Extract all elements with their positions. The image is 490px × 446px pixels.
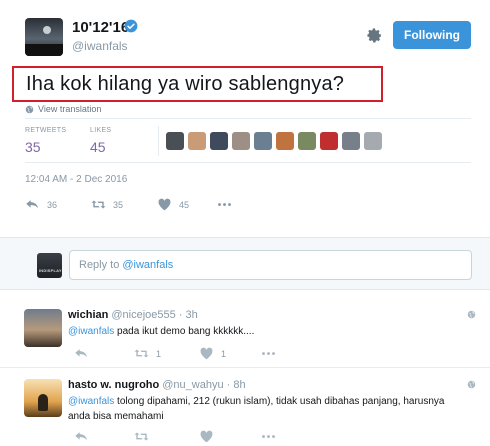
reply-count: 36 [47,199,58,210]
reply-display-name: wichian [68,309,109,321]
reply-handle: @nicejoe555 · 3h [111,309,198,321]
retweet-icon [134,432,149,441]
reply-icon [75,349,88,358]
heart-icon [200,347,213,360]
reply-author-avatar[interactable] [24,379,62,417]
like-action[interactable] [199,430,214,443]
reply-display-name: hasto w. nugroho [68,379,160,391]
author-username[interactable]: @iwanfals [72,39,128,53]
heart-icon [200,430,213,443]
more-action[interactable] [261,347,276,360]
globe-icon [467,310,476,319]
reply-composer-area: INDISPLAY Reply to @iwanfals [0,237,490,290]
reply-text: @iwanfals pada ikut demo bang kkkkkk.... [68,324,448,339]
reply-author-avatar[interactable] [24,309,62,347]
liker-avatar[interactable] [254,132,272,150]
retweets-count[interactable]: 35 [25,139,41,155]
reply-text: @iwanfals tolong dipahami, 212 (rukun is… [68,394,448,424]
liker-avatar[interactable] [276,132,294,150]
reply-handle: @nu_wahyu · 8h [162,379,246,391]
reply-mention-link[interactable]: @iwanfals [68,396,114,407]
reply-icon [26,200,39,209]
like-action[interactable]: 1 [199,347,226,360]
avatar-moon-shape [43,26,51,34]
reply-body: tolong dipahami, 212 (rukun islam), tida… [68,396,445,422]
liker-avatars [166,132,382,150]
avatar-figure-shape [38,394,48,411]
author-avatar[interactable] [25,18,63,56]
retweet-icon [134,349,149,358]
divider [25,118,471,119]
more-dots-icon [262,435,275,438]
current-user-avatar: INDISPLAY [37,253,62,278]
retweet-action[interactable]: 1 [134,347,161,360]
reply-icon [75,432,88,441]
avatar-caption: INDISPLAY [39,268,62,273]
more-action[interactable] [217,198,232,211]
view-translation-label: View translation [38,104,102,114]
reply-action[interactable] [74,347,89,360]
reply-tweet[interactable]: hasto w. nugroho @nu_wahyu · 8h @iwanfals… [0,368,490,446]
globe-icon [467,380,476,389]
reply-placeholder: Reply to [79,259,120,271]
liker-avatar[interactable] [320,132,338,150]
divider [25,162,471,163]
heart-icon [158,198,171,211]
liker-avatar[interactable] [342,132,360,150]
avatar-ground-shape [25,44,63,56]
reply-input[interactable]: Reply to @iwanfals [69,250,472,280]
liker-avatar[interactable] [364,132,382,150]
reply-mention-link[interactable]: @iwanfals [68,326,114,337]
like-count: 1 [221,348,227,359]
view-translation-link[interactable]: View translation [25,104,101,114]
retweet-action[interactable] [134,430,149,443]
liker-avatar[interactable] [166,132,184,150]
likes-label: LIKES [90,127,112,134]
liker-avatar[interactable] [298,132,316,150]
reply-body: pada ikut demo bang kkkkkk.... [114,326,255,337]
liker-avatar[interactable] [232,132,250,150]
retweet-count: 35 [113,199,124,210]
retweets-label: RETWEETS [25,127,67,134]
globe-icon [25,105,34,113]
more-dots-icon [218,203,231,206]
tweet-timestamp[interactable]: 12:04 AM - 2 Dec 2016 [25,174,127,185]
reply-action[interactable] [74,430,89,443]
author-display-name[interactable]: 10'12'16 [72,19,129,36]
more-dots-icon [262,352,275,355]
gear-icon[interactable] [366,27,383,44]
following-button[interactable]: Following [393,21,471,49]
retweet-icon [91,200,106,209]
reply-author-name[interactable]: hasto w. nugroho @nu_wahyu · 8h [68,379,246,391]
more-action[interactable] [261,430,276,443]
stats-separator [158,126,159,156]
liker-avatar[interactable] [210,132,228,150]
reply-action[interactable]: 36 [25,198,57,211]
reply-mention: @iwanfals [122,259,174,271]
verified-badge-icon [124,19,138,33]
retweet-count: 1 [156,348,162,359]
reply-author-name[interactable]: wichian @nicejoe555 · 3h [68,309,198,321]
retweet-action[interactable]: 35 [91,198,123,211]
reply-tweet[interactable]: wichian @nicejoe555 · 3h @iwanfals pada i… [0,296,490,368]
tweet-text-highlight: Iha kok hilang ya wiro sablengnya? [12,66,383,102]
tweet-text: Iha kok hilang ya wiro sablengnya? [26,72,345,95]
main-tweet: 10'12'16 @iwanfals Following Iha kok hil… [0,0,490,236]
likes-count[interactable]: 45 [90,139,106,155]
like-count: 45 [179,199,190,210]
liker-avatar[interactable] [188,132,206,150]
like-action[interactable]: 45 [157,198,189,211]
